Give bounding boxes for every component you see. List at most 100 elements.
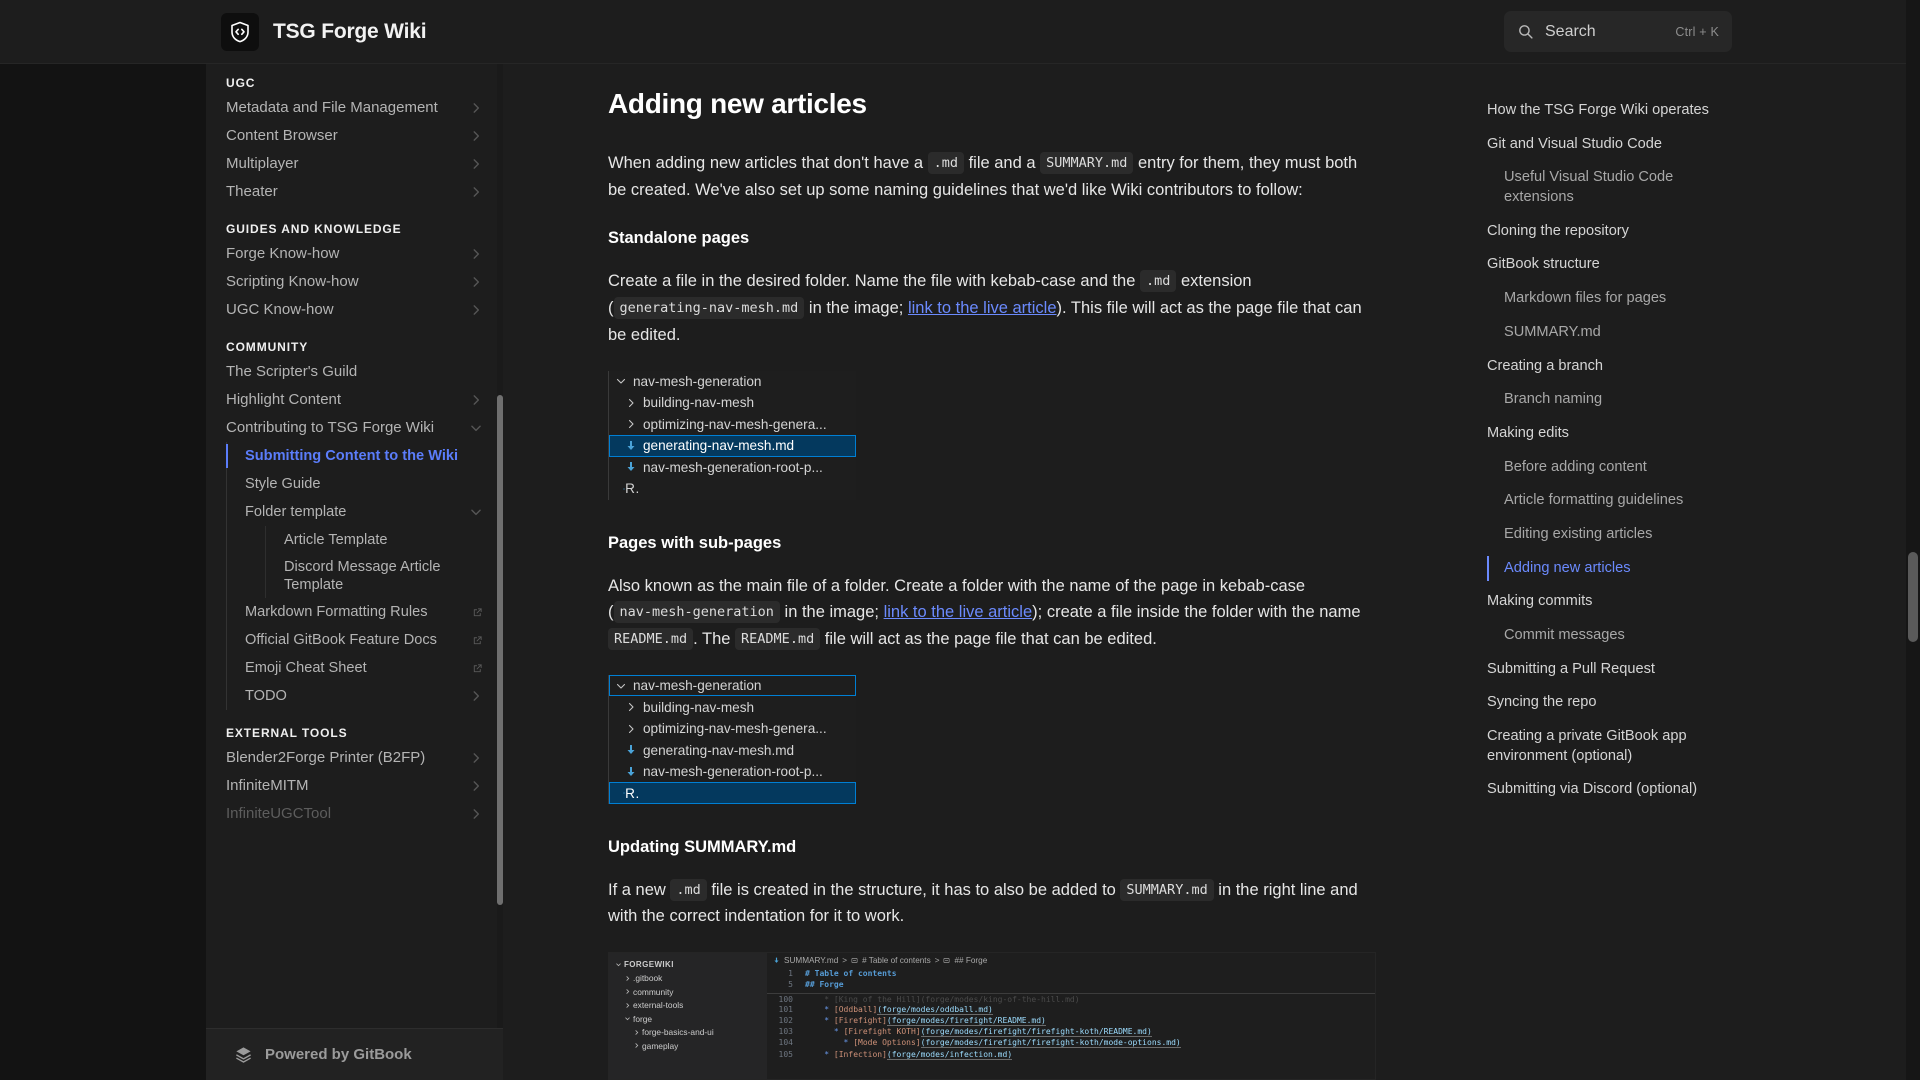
file-tree-row[interactable]: nav-mesh-generation-root-p... xyxy=(609,457,856,479)
sidebar-item-label: Article Template xyxy=(284,531,388,548)
breadcrumb-item[interactable]: ## Forge xyxy=(954,956,987,965)
sidebar-item-the-scripter-s-guild[interactable]: The Scripter's Guild xyxy=(206,358,503,386)
table-of-contents[interactable]: How the TSG Forge Wiki operates Git and V… xyxy=(1463,64,1733,1080)
file-tree-row-label: nav-mesh-generation-root-p... xyxy=(643,459,823,475)
file-tree-row[interactable]: building-nav-mesh xyxy=(609,696,856,718)
toc-item[interactable]: Markdown files for pages xyxy=(1487,282,1713,316)
vscode-explorer-row[interactable]: external-tools xyxy=(609,999,767,1013)
section-heading-subpages: Pages with sub-pages xyxy=(608,533,782,552)
sidebar-item-highlight-content[interactable]: Highlight Content xyxy=(206,386,503,414)
sidebar-item-metadata-and-file-management[interactable]: Metadata and File Management xyxy=(206,94,503,122)
line-content: * [Oddball](forge/modes/oddball.md) xyxy=(805,1004,993,1015)
vscode-explorer-row[interactable]: community xyxy=(609,985,767,999)
brand[interactable]: TSG Forge Wiki xyxy=(221,13,427,51)
vscode-explorer-row[interactable]: .gitbook xyxy=(609,972,767,986)
sidebar-item-emoji-cheat-sheet[interactable]: Emoji Cheat Sheet xyxy=(227,654,503,682)
code-link-url: (forge/modes/oddball.md) xyxy=(877,1004,993,1015)
toc-item[interactable]: How the TSG Forge Wiki operates xyxy=(1487,94,1713,128)
file-tree-row[interactable]: building-nav-mesh xyxy=(609,392,856,414)
file-tree-row[interactable]: nav-mesh-generation xyxy=(609,371,856,393)
file-tree-row[interactable]: generating-nav-mesh.md xyxy=(609,435,856,457)
powered-by-gitbook[interactable]: Powered by GitBook xyxy=(206,1028,503,1080)
breadcrumb-item[interactable]: # Table of contents xyxy=(862,956,931,965)
toc-item-label: Adding new articles xyxy=(1504,559,1631,576)
toc-item[interactable]: Cloning the repository xyxy=(1487,215,1713,249)
toc-item[interactable]: Article formatting guidelines xyxy=(1487,484,1713,518)
toc-item[interactable]: Syncing the repo xyxy=(1487,686,1713,720)
file-tree-row[interactable]: nav-mesh-generation xyxy=(609,674,856,697)
code-bullet: * xyxy=(843,1038,849,1048)
toc-item[interactable]: Adding new articles xyxy=(1487,552,1713,586)
toc-item-label: SUMMARY.md xyxy=(1504,323,1601,340)
toc-item[interactable]: Creating a private GitBook app environme… xyxy=(1487,720,1713,773)
markdown-file-icon xyxy=(773,957,780,964)
sidebar-item-folder-template[interactable]: Folder template xyxy=(227,498,503,526)
file-tree-row[interactable]: generating-nav-mesh.md xyxy=(609,739,856,761)
toc-item[interactable]: Useful Visual Studio Code extensions xyxy=(1487,161,1713,214)
sidebar-item-infiniteugctool[interactable]: InfiniteUGCTool xyxy=(206,800,503,828)
sidebar-item-theater[interactable]: Theater xyxy=(206,178,503,206)
sidebar-item-label: TODO xyxy=(245,688,287,705)
toc-item[interactable]: Creating a branch xyxy=(1487,350,1713,384)
toc-item[interactable]: Branch naming xyxy=(1487,383,1713,417)
live-article-link-1[interactable]: link to the live article xyxy=(908,299,1057,317)
line-content: ## Forge xyxy=(805,980,844,989)
page-scroll-track[interactable] xyxy=(1906,0,1920,1080)
sidebar-item-ugc-know-how[interactable]: UGC Know-how xyxy=(206,296,503,324)
toc-item[interactable]: Commit messages xyxy=(1487,619,1713,653)
chevron-right-icon xyxy=(633,1029,642,1036)
file-tree-row[interactable]: README.md xyxy=(609,478,856,500)
toc-item[interactable]: Editing existing articles xyxy=(1487,518,1713,552)
toc-item[interactable]: Before adding content xyxy=(1487,451,1713,485)
code-link-url: (forge/modes/firefight/firefight-koth/RE… xyxy=(920,1027,1152,1038)
toc-item[interactable]: Making commits xyxy=(1487,585,1713,619)
vscode-explorer-row[interactable]: forge xyxy=(609,1012,767,1026)
search-input[interactable]: Search Ctrl + K xyxy=(1504,11,1732,52)
sidebar-item-multiplayer[interactable]: Multiplayer xyxy=(206,150,503,178)
line-number: 102 xyxy=(778,1016,793,1026)
toc-item[interactable]: Git and Visual Studio Code xyxy=(1487,128,1713,162)
page-scroll-thumb[interactable] xyxy=(1908,552,1918,642)
sidebar-item-contributing-to-tsg-forge-wiki[interactable]: Contributing to TSG Forge Wiki xyxy=(206,414,503,442)
toc-item[interactable]: Submitting a Pull Request xyxy=(1487,653,1713,687)
chevron-down-icon xyxy=(471,509,481,516)
sidebar-item-markdown-formatting-rules[interactable]: Markdown Formatting Rules xyxy=(227,598,503,626)
sidebar-item-submitting-content-to-the-wiki[interactable]: Submitting Content to the Wiki xyxy=(226,442,503,470)
standalone-text-3: in the image; xyxy=(804,299,908,318)
file-tree-row[interactable]: optimizing-nav-mesh-genera... xyxy=(609,414,856,436)
file-tree-row[interactable]: README.md xyxy=(609,782,856,804)
file-tree-row[interactable]: nav-mesh-generation-root-p... xyxy=(609,761,856,783)
sidebar-subgroup-contributing: Submitting Content to the Wiki Style Guid… xyxy=(226,442,503,711)
toc-item-label: Creating a private GitBook app environme… xyxy=(1487,728,1687,764)
toc-item[interactable]: Submitting via Discord (optional) xyxy=(1487,773,1713,807)
left-sidebar[interactable]: UGC Metadata and File Management Content B… xyxy=(206,64,503,1080)
vscode-explorer-row[interactable]: gameplay xyxy=(609,1039,767,1053)
chevron-right-icon xyxy=(473,809,480,820)
subpages-paragraph: Also known as the main file of a folder.… xyxy=(608,573,1368,653)
sidebar-item-article-template[interactable]: Article Template xyxy=(266,526,503,554)
sidebar-item-scripting-know-how[interactable]: Scripting Know-how xyxy=(206,268,503,296)
vscode-breadcrumb: SUMMARY.md > # Table of contents > ## Forge xyxy=(767,953,1375,968)
file-tree-row-label: optimizing-nav-mesh-genera... xyxy=(643,416,827,432)
chevron-right-icon xyxy=(633,1042,642,1049)
nav-section-title: COMMUNITY xyxy=(226,340,309,354)
sidebar-item-style-guide[interactable]: Style Guide xyxy=(227,470,503,498)
breadcrumb-separator: > xyxy=(842,956,848,966)
live-article-link-2[interactable]: link to the live article xyxy=(884,603,1033,621)
sidebar-item-official-gitbook-feature-docs[interactable]: Official GitBook Feature Docs xyxy=(227,626,503,654)
sidebar-item-infinitemitm[interactable]: InfiniteMITM xyxy=(206,772,503,800)
toc-item[interactable]: GitBook structure xyxy=(1487,248,1713,282)
sidebar-item-forge-know-how[interactable]: Forge Know-how xyxy=(206,240,503,268)
toc-item[interactable]: SUMMARY.md xyxy=(1487,316,1713,350)
sidebar-item-discord-message-article-template[interactable]: Discord Message Article Template xyxy=(266,554,503,598)
breadcrumb-item[interactable]: SUMMARY.md xyxy=(784,956,838,965)
sidebar-item-content-browser[interactable]: Content Browser xyxy=(206,122,503,150)
subpages-text-4: . The xyxy=(693,630,736,649)
toc-item[interactable]: Making edits xyxy=(1487,417,1713,451)
file-tree-row[interactable]: optimizing-nav-mesh-genera... xyxy=(609,718,856,740)
sidebar-item-blender2forge-printer-b2fp[interactable]: Blender2Forge Printer (B2FP) xyxy=(206,744,503,772)
sidebar-item-todo[interactable]: TODO xyxy=(227,682,503,710)
toc-item-label: Before adding content xyxy=(1504,458,1647,475)
vscode-explorer-row[interactable]: forge-basics-and-ui xyxy=(609,1026,767,1040)
chevron-right-icon xyxy=(624,975,633,982)
